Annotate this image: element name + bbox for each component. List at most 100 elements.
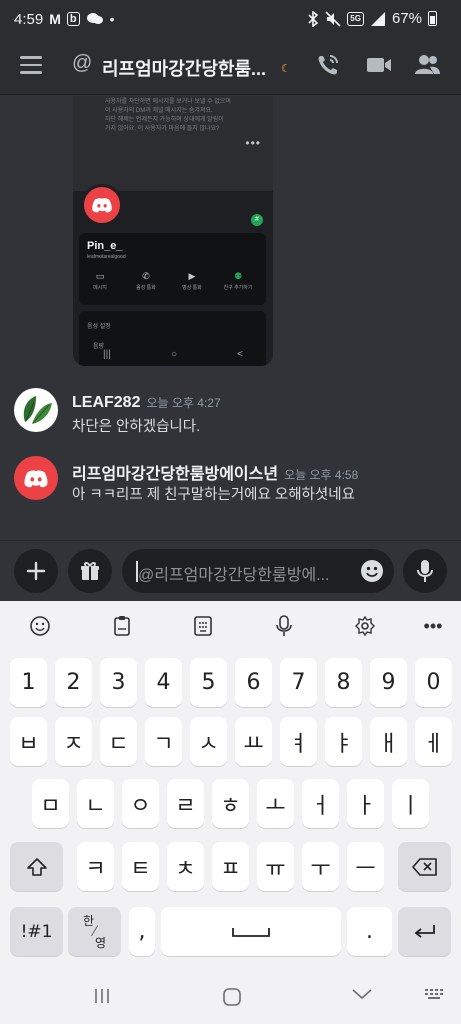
key-yo[interactable]: ㅛ bbox=[235, 717, 272, 766]
message-timestamp: 오늘 오후 4:58 bbox=[284, 468, 359, 482]
key-u[interactable]: ㅜ bbox=[302, 842, 339, 891]
channel-title[interactable]: 리프엄마강간당한룸... bbox=[102, 55, 266, 81]
message-input[interactable]: @리프엄마강간당한룸방에... bbox=[122, 549, 394, 593]
voice-settings-label: 음성 설정 bbox=[87, 324, 111, 330]
gift-icon bbox=[81, 562, 99, 580]
key-mieum[interactable]: ㅁ bbox=[32, 779, 69, 828]
comma-key[interactable]: , bbox=[129, 907, 155, 956]
keyboard-switch-icon[interactable] bbox=[424, 987, 446, 1003]
gmail-icon: M bbox=[49, 11, 61, 27]
key-nieun[interactable]: ㄴ bbox=[77, 779, 114, 828]
user-avatar[interactable] bbox=[14, 456, 58, 500]
more-options-icon[interactable]: ••• bbox=[421, 614, 445, 638]
settings-gear-icon[interactable] bbox=[353, 614, 377, 638]
voice-message-button[interactable] bbox=[403, 549, 447, 593]
hide-keyboard-icon[interactable] bbox=[351, 987, 373, 1001]
clipboard-icon[interactable] bbox=[110, 614, 134, 638]
key-bieup[interactable]: ㅂ bbox=[10, 717, 47, 766]
key-ieung[interactable]: ㅇ bbox=[122, 779, 159, 828]
key-o[interactable]: ㅗ bbox=[257, 779, 294, 828]
message-list[interactable]: 사용자를 차단하면 메시지를 보거나 보낼 수 없으며 이 사용자의 DM과 채… bbox=[0, 96, 461, 540]
key-hieut[interactable]: ㅎ bbox=[212, 779, 249, 828]
key-jieut[interactable]: ㅈ bbox=[55, 717, 92, 766]
add-friend-action: ⚉ 친구 추가하기 bbox=[223, 271, 253, 291]
profile-username: leafmotarealgood bbox=[87, 254, 126, 260]
key-9[interactable]: 9 bbox=[370, 658, 407, 707]
enter-key[interactable] bbox=[398, 907, 451, 956]
voice-input-icon[interactable] bbox=[272, 614, 296, 638]
recent-apps-icon[interactable] bbox=[92, 987, 112, 1005]
more-options-icon: ••• bbox=[245, 136, 261, 150]
add-attachment-button[interactable] bbox=[14, 549, 58, 593]
key-eu[interactable]: ㅡ bbox=[347, 842, 384, 891]
b-app-icon: b bbox=[66, 12, 80, 26]
attachment-text-line: 사용자를 차단하면 메시지를 보거나 보낼 수 없으며 bbox=[105, 99, 231, 105]
channel-header: @ 리프엄마강간당한룸... ☾ bbox=[0, 40, 461, 95]
symbols-key[interactable]: !#1 bbox=[10, 907, 63, 956]
profile-name: Pin_e_ bbox=[87, 240, 123, 252]
emoji-keyboard-icon[interactable] bbox=[28, 614, 52, 638]
key-digeut[interactable]: ㄷ bbox=[100, 717, 137, 766]
key-a[interactable]: ㅏ bbox=[347, 779, 384, 828]
home-icon[interactable] bbox=[222, 987, 242, 1007]
gift-button[interactable] bbox=[68, 549, 112, 593]
key-4[interactable]: 4 bbox=[145, 658, 182, 707]
key-i[interactable]: ㅣ bbox=[392, 779, 429, 828]
message-timestamp: 오늘 오후 4:27 bbox=[146, 396, 221, 410]
key-6[interactable]: 6 bbox=[235, 658, 272, 707]
key-5[interactable]: 5 bbox=[190, 658, 227, 707]
key-giyeok[interactable]: ㄱ bbox=[145, 717, 182, 766]
key-chieut[interactable]: ㅊ bbox=[167, 842, 204, 891]
menu-icon[interactable] bbox=[20, 56, 42, 74]
signal-icon bbox=[370, 11, 385, 26]
key-ae[interactable]: ㅐ bbox=[370, 717, 407, 766]
key-kieuk[interactable]: ㅋ bbox=[77, 842, 114, 891]
key-rieul[interactable]: ㄹ bbox=[167, 779, 204, 828]
emoji-icon[interactable] bbox=[360, 559, 384, 583]
video-call-icon[interactable] bbox=[364, 50, 394, 80]
key-7[interactable]: 7 bbox=[280, 658, 317, 707]
space-key[interactable] bbox=[161, 907, 341, 956]
message-input-placeholder: @리프엄마강간당한룸방에... bbox=[138, 567, 330, 584]
key-2[interactable]: 2 bbox=[55, 658, 92, 707]
shift-key[interactable] bbox=[10, 842, 63, 891]
on-screen-keyboard: ••• 1 2 3 4 5 6 7 8 9 0 ㅂ ㅈ ㄷ ㄱ ㅅ ㅛ ㅕ ㅑ … bbox=[0, 601, 461, 1024]
screenshot-attachment[interactable]: 사용자를 차단하면 메시지를 보거나 보낼 수 없으며 이 사용자의 DM과 채… bbox=[73, 96, 273, 366]
key-eo[interactable]: ㅓ bbox=[302, 779, 339, 828]
user-avatar[interactable] bbox=[14, 388, 58, 432]
members-icon[interactable] bbox=[412, 50, 442, 80]
attachment-text-line: 이 사용자의 DM과 채널 메시지는 숨겨져요. bbox=[105, 108, 213, 114]
key-yeo[interactable]: ㅕ bbox=[280, 717, 317, 766]
nitro-badge: # bbox=[251, 214, 263, 226]
key-3[interactable]: 3 bbox=[100, 658, 137, 707]
message-action: ▭ 메시지 bbox=[93, 271, 107, 291]
key-siot[interactable]: ㅅ bbox=[190, 717, 227, 766]
mute-icon bbox=[325, 10, 341, 27]
plus-icon bbox=[26, 561, 46, 581]
backspace-key[interactable] bbox=[398, 842, 451, 891]
key-pieup[interactable]: ㅍ bbox=[212, 842, 249, 891]
message-author[interactable]: LEAF282 오늘 오후 4:27 bbox=[72, 394, 221, 412]
period-key[interactable]: . bbox=[347, 907, 392, 956]
profile-avatar bbox=[81, 184, 123, 226]
key-ya[interactable]: ㅑ bbox=[325, 717, 362, 766]
key-yu[interactable]: ㅠ bbox=[257, 842, 294, 891]
enter-icon bbox=[414, 924, 435, 938]
profile-card: Pin_e_ leafmotarealgood ▭ 메시지 ✆ 음성 통화 ▶ 영상 … bbox=[79, 233, 266, 305]
message-item[interactable]: 리프엄마강간당한룸방에이스년 오늘 오후 4:58 아 ㅋㅋ리프 제 친구말하는거… bbox=[0, 456, 461, 516]
key-tieut[interactable]: ㅌ bbox=[122, 842, 159, 891]
key-e[interactable]: ㅔ bbox=[415, 717, 452, 766]
key-8[interactable]: 8 bbox=[325, 658, 362, 707]
message-author[interactable]: 리프엄마강간당한룸방에이스년 오늘 오후 4:58 bbox=[72, 460, 358, 484]
voice-call-icon[interactable] bbox=[313, 50, 343, 80]
lang-divider: ⁄ bbox=[93, 923, 96, 940]
message-item[interactable]: LEAF282 오늘 오후 4:27 차단은 안하겠습니다. bbox=[0, 388, 461, 448]
keypad-mode-icon[interactable] bbox=[191, 614, 215, 638]
backspace-icon bbox=[411, 857, 437, 876]
shift-icon bbox=[26, 857, 47, 876]
message-text: 아 ㅋㅋ리프 제 친구말하는거에요 오해하셧네요 bbox=[72, 487, 355, 503]
key-1[interactable]: 1 bbox=[10, 658, 47, 707]
key-0[interactable]: 0 bbox=[415, 658, 452, 707]
language-switch-key[interactable]: 한 ⁄ 영 bbox=[68, 907, 121, 956]
dm-at-icon: @ bbox=[72, 52, 93, 74]
